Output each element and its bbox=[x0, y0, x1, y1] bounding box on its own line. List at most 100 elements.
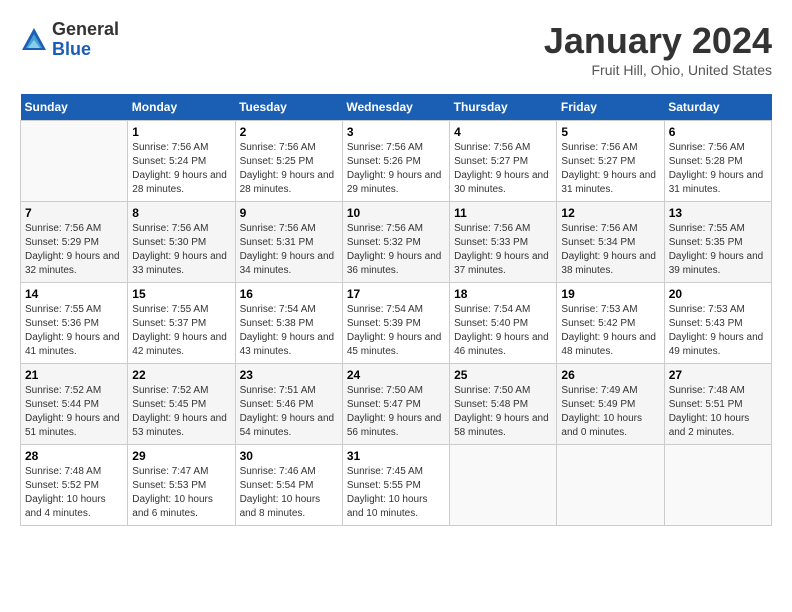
day-info: Sunrise: 7:45 AMSunset: 5:55 PMDaylight:… bbox=[347, 465, 445, 521]
day-info: Sunrise: 7:56 AMSunset: 5:34 PMDaylight:… bbox=[561, 222, 659, 278]
calendar-week-3: 14Sunrise: 7:55 AMSunset: 5:36 PMDayligh… bbox=[21, 283, 772, 364]
day-header-tuesday: Tuesday bbox=[235, 94, 342, 121]
day-number: 7 bbox=[25, 206, 123, 220]
table-row: 2Sunrise: 7:56 AMSunset: 5:25 PMDaylight… bbox=[235, 121, 342, 202]
day-info: Sunrise: 7:49 AMSunset: 5:49 PMDaylight:… bbox=[561, 384, 659, 440]
table-row: 6 Sunrise: 7:56 AMSunset: 5:28 PMDaylight… bbox=[664, 121, 771, 202]
table-row: 13 Sunrise: 7:55 AMSunset: 5:35 PMDayligh… bbox=[664, 202, 771, 283]
day-info: Sunrise: 7:50 AMSunset: 5:47 PMDaylight:… bbox=[347, 384, 445, 440]
day-info: Sunrise: 7:56 AMSunset: 5:30 PMDaylight:… bbox=[132, 222, 230, 278]
table-row: 19 Sunrise: 7:53 AMSunset: 5:42 PMDayligh… bbox=[557, 283, 664, 364]
table-row: 3 Sunrise: 7:56 AMSunset: 5:26 PMDaylight… bbox=[342, 121, 449, 202]
calendar-subtitle: Fruit Hill, Ohio, United States bbox=[544, 62, 772, 78]
table-row: 31 Sunrise: 7:45 AMSunset: 5:55 PMDayligh… bbox=[342, 445, 449, 526]
day-info: Sunrise: 7:55 AMSunset: 5:35 PMDaylight:… bbox=[669, 222, 767, 278]
day-number: 24 bbox=[347, 368, 445, 382]
day-number: 26 bbox=[561, 368, 659, 382]
day-info: Sunrise: 7:56 AMSunset: 5:26 PMDaylight:… bbox=[347, 141, 445, 197]
day-info: Sunrise: 7:53 AMSunset: 5:42 PMDaylight:… bbox=[561, 303, 659, 359]
calendar-week-2: 7 Sunrise: 7:56 AMSunset: 5:29 PMDaylight… bbox=[21, 202, 772, 283]
table-row: 12 Sunrise: 7:56 AMSunset: 5:34 PMDayligh… bbox=[557, 202, 664, 283]
day-header-saturday: Saturday bbox=[664, 94, 771, 121]
day-info: Sunrise: 7:56 AMSunset: 5:32 PMDaylight:… bbox=[347, 222, 445, 278]
day-number: 29 bbox=[132, 449, 230, 463]
table-row: 5 Sunrise: 7:56 AMSunset: 5:27 PMDaylight… bbox=[557, 121, 664, 202]
table-row: 4Sunrise: 7:56 AMSunset: 5:27 PMDaylight… bbox=[450, 121, 557, 202]
day-info: Sunrise: 7:47 AMSunset: 5:53 PMDaylight:… bbox=[132, 465, 230, 521]
table-row: 14Sunrise: 7:55 AMSunset: 5:36 PMDayligh… bbox=[21, 283, 128, 364]
day-number: 21 bbox=[25, 368, 123, 382]
table-row: 15Sunrise: 7:55 AMSunset: 5:37 PMDayligh… bbox=[128, 283, 235, 364]
day-number: 12 bbox=[561, 206, 659, 220]
table-row: 28 Sunrise: 7:48 AMSunset: 5:52 PMDayligh… bbox=[21, 445, 128, 526]
table-row bbox=[664, 445, 771, 526]
day-info: Sunrise: 7:56 AMSunset: 5:27 PMDaylight:… bbox=[454, 141, 552, 197]
table-row: 30 Sunrise: 7:46 AMSunset: 5:54 PMDayligh… bbox=[235, 445, 342, 526]
calendar-week-1: 1 Sunrise: 7:56 AMSunset: 5:24 PMDaylight… bbox=[21, 121, 772, 202]
day-number: 5 bbox=[561, 125, 659, 139]
table-row: 10 Sunrise: 7:56 AMSunset: 5:32 PMDayligh… bbox=[342, 202, 449, 283]
table-row: 23Sunrise: 7:51 AMSunset: 5:46 PMDayligh… bbox=[235, 364, 342, 445]
day-info: Sunrise: 7:54 AMSunset: 5:40 PMDaylight:… bbox=[454, 303, 552, 359]
day-header-monday: Monday bbox=[128, 94, 235, 121]
table-row: 1 Sunrise: 7:56 AMSunset: 5:24 PMDaylight… bbox=[128, 121, 235, 202]
table-row: 21Sunrise: 7:52 AMSunset: 5:44 PMDayligh… bbox=[21, 364, 128, 445]
logo-blue-text: Blue bbox=[52, 39, 91, 59]
table-row bbox=[450, 445, 557, 526]
table-row: 25Sunrise: 7:50 AMSunset: 5:48 PMDayligh… bbox=[450, 364, 557, 445]
day-info: Sunrise: 7:48 AMSunset: 5:51 PMDaylight:… bbox=[669, 384, 767, 440]
day-info: Sunrise: 7:54 AMSunset: 5:39 PMDaylight:… bbox=[347, 303, 445, 359]
table-row: 22 Sunrise: 7:52 AMSunset: 5:45 PMDayligh… bbox=[128, 364, 235, 445]
day-number: 3 bbox=[347, 125, 445, 139]
calendar-week-5: 28 Sunrise: 7:48 AMSunset: 5:52 PMDayligh… bbox=[21, 445, 772, 526]
page-header: General Blue January 2024 Fruit Hill, Oh… bbox=[20, 20, 772, 78]
day-info: Sunrise: 7:53 AMSunset: 5:43 PMDaylight:… bbox=[669, 303, 767, 359]
table-row: 27 Sunrise: 7:48 AMSunset: 5:51 PMDayligh… bbox=[664, 364, 771, 445]
table-row: 26 Sunrise: 7:49 AMSunset: 5:49 PMDayligh… bbox=[557, 364, 664, 445]
day-info: Sunrise: 7:48 AMSunset: 5:52 PMDaylight:… bbox=[25, 465, 123, 521]
table-row: 11 Sunrise: 7:56 AMSunset: 5:33 PMDayligh… bbox=[450, 202, 557, 283]
day-number: 6 bbox=[669, 125, 767, 139]
day-number: 1 bbox=[132, 125, 230, 139]
day-number: 17 bbox=[347, 287, 445, 301]
day-number: 28 bbox=[25, 449, 123, 463]
day-info: Sunrise: 7:51 AMSunset: 5:46 PMDaylight:… bbox=[240, 384, 338, 440]
table-row: 20Sunrise: 7:53 AMSunset: 5:43 PMDayligh… bbox=[664, 283, 771, 364]
day-number: 8 bbox=[132, 206, 230, 220]
day-info: Sunrise: 7:56 AMSunset: 5:29 PMDaylight:… bbox=[25, 222, 123, 278]
day-info: Sunrise: 7:55 AMSunset: 5:37 PMDaylight:… bbox=[132, 303, 230, 359]
day-number: 19 bbox=[561, 287, 659, 301]
title-section: January 2024 Fruit Hill, Ohio, United St… bbox=[544, 20, 772, 78]
day-info: Sunrise: 7:56 AMSunset: 5:27 PMDaylight:… bbox=[561, 141, 659, 197]
day-header-thursday: Thursday bbox=[450, 94, 557, 121]
day-number: 30 bbox=[240, 449, 338, 463]
day-info: Sunrise: 7:56 AMSunset: 5:31 PMDaylight:… bbox=[240, 222, 338, 278]
day-info: Sunrise: 7:50 AMSunset: 5:48 PMDaylight:… bbox=[454, 384, 552, 440]
day-header-friday: Friday bbox=[557, 94, 664, 121]
table-row: 9Sunrise: 7:56 AMSunset: 5:31 PMDaylight… bbox=[235, 202, 342, 283]
logo-icon bbox=[20, 26, 48, 54]
day-info: Sunrise: 7:56 AMSunset: 5:24 PMDaylight:… bbox=[132, 141, 230, 197]
table-row: 8 Sunrise: 7:56 AMSunset: 5:30 PMDaylight… bbox=[128, 202, 235, 283]
table-row: 16 Sunrise: 7:54 AMSunset: 5:38 PMDayligh… bbox=[235, 283, 342, 364]
table-row: 18 Sunrise: 7:54 AMSunset: 5:40 PMDayligh… bbox=[450, 283, 557, 364]
day-number: 31 bbox=[347, 449, 445, 463]
day-info: Sunrise: 7:54 AMSunset: 5:38 PMDaylight:… bbox=[240, 303, 338, 359]
table-row: 7 Sunrise: 7:56 AMSunset: 5:29 PMDaylight… bbox=[21, 202, 128, 283]
day-number: 27 bbox=[669, 368, 767, 382]
day-number: 16 bbox=[240, 287, 338, 301]
day-info: Sunrise: 7:55 AMSunset: 5:36 PMDaylight:… bbox=[25, 303, 123, 359]
day-info: Sunrise: 7:52 AMSunset: 5:45 PMDaylight:… bbox=[132, 384, 230, 440]
day-number: 22 bbox=[132, 368, 230, 382]
day-number: 2 bbox=[240, 125, 338, 139]
day-number: 18 bbox=[454, 287, 552, 301]
calendar-title: January 2024 bbox=[544, 20, 772, 62]
day-info: Sunrise: 7:56 AMSunset: 5:28 PMDaylight:… bbox=[669, 141, 767, 197]
day-info: Sunrise: 7:46 AMSunset: 5:54 PMDaylight:… bbox=[240, 465, 338, 521]
day-info: Sunrise: 7:56 AMSunset: 5:33 PMDaylight:… bbox=[454, 222, 552, 278]
table-row: 29 Sunrise: 7:47 AMSunset: 5:53 PMDayligh… bbox=[128, 445, 235, 526]
day-number: 13 bbox=[669, 206, 767, 220]
table-row bbox=[21, 121, 128, 202]
day-number: 10 bbox=[347, 206, 445, 220]
day-number: 11 bbox=[454, 206, 552, 220]
